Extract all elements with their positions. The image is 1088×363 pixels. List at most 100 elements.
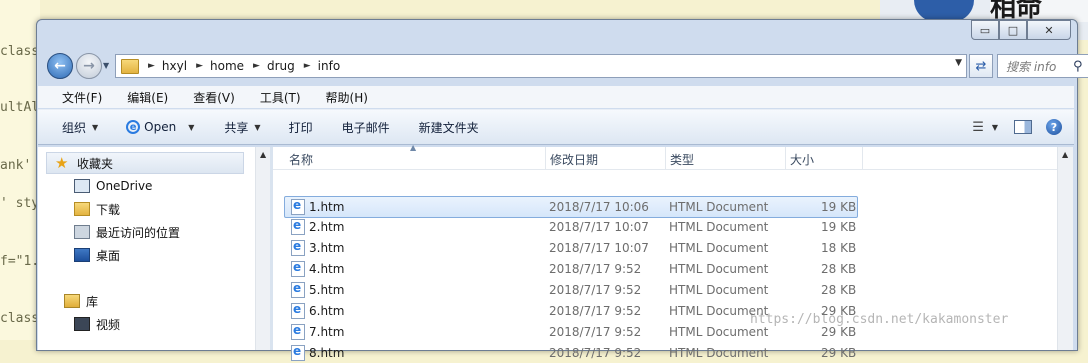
nav-downloads[interactable]: 下载	[74, 200, 120, 218]
file-row[interactable]: 5.htm 2018/7/17 9:52 HTML Document 28 KB	[285, 280, 857, 300]
file-name: 6.htm	[309, 304, 345, 318]
search-icon[interactable]: ⚲	[1073, 59, 1087, 74]
nav-desktop[interactable]: 桌面	[74, 246, 120, 264]
file-row[interactable]: 4.htm 2018/7/17 9:52 HTML Document 28 KB	[285, 259, 857, 279]
breadcrumb-separator[interactable]: ►	[253, 61, 260, 71]
nav-libraries[interactable]: 库	[64, 292, 98, 310]
new-folder-button[interactable]: 新建文件夹	[419, 119, 479, 136]
forward-button[interactable]: →	[76, 53, 102, 79]
nav-videos-label: 视频	[96, 317, 121, 332]
watermark: https://blog.csdn.net/kakamonster	[750, 312, 1009, 327]
file-size: 18 KB	[821, 241, 857, 255]
column-divider[interactable]	[785, 147, 786, 169]
preview-pane-icon[interactable]	[1014, 120, 1032, 134]
print-button[interactable]: 打印	[289, 119, 313, 136]
nav-scrollbar[interactable]: ▲	[255, 147, 271, 350]
libraries-icon	[64, 294, 80, 308]
file-name: 8.htm	[309, 346, 345, 360]
help-icon[interactable]: ?	[1046, 119, 1062, 135]
refresh-button[interactable]: ⇄	[969, 54, 993, 78]
nav-recent-label: 最近访问的位置	[96, 225, 181, 240]
navigation-bar: ← → ▼ ► hxyl ► home ► drug ► info ▼ ⇄ 搜索…	[43, 51, 1088, 81]
command-bar: 组织 ▼ e Open ▼ 共享 ▼ 打印 电子邮件 新建文件夹 ☰ ▼ ?	[38, 109, 1074, 145]
breadcrumb-info[interactable]: info	[318, 59, 341, 73]
recent-pages-dropdown[interactable]: ▼	[103, 61, 109, 70]
email-button[interactable]: 电子邮件	[342, 119, 390, 136]
nav-onedrive-label: OneDrive	[96, 179, 153, 193]
nav-onedrive[interactable]: OneDrive	[74, 177, 152, 195]
nav-downloads-label: 下载	[96, 202, 121, 217]
menu-tools[interactable]: 工具(T)	[260, 89, 301, 106]
file-name: 2.htm	[309, 220, 345, 234]
back-button[interactable]: ←	[47, 53, 73, 79]
column-divider[interactable]	[545, 147, 546, 169]
nav-videos[interactable]: 视频	[74, 315, 120, 333]
organize-button[interactable]: 组织 ▼	[62, 119, 98, 136]
html-file-icon	[291, 239, 305, 256]
column-size[interactable]: 大小	[790, 151, 814, 168]
file-name: 3.htm	[309, 241, 345, 255]
chevron-down-icon: ▼	[254, 122, 261, 132]
organize-label: 组织	[62, 120, 87, 135]
file-modified: 2018/7/17 9:52	[549, 304, 642, 318]
file-row[interactable]: 2.htm 2018/7/17 10:07 HTML Document 19 K…	[285, 217, 857, 237]
breadcrumb-separator[interactable]: ►	[148, 61, 155, 71]
file-type: HTML Document	[669, 262, 769, 276]
file-type: HTML Document	[669, 346, 769, 360]
chevron-down-icon[interactable]: ▼	[992, 123, 998, 132]
downloads-icon	[74, 202, 90, 216]
share-label: 共享	[224, 120, 249, 135]
file-row[interactable]: 8.htm 2018/7/17 9:52 HTML Document 29 KB	[285, 343, 857, 363]
share-button[interactable]: 共享 ▼	[224, 119, 260, 136]
menu-view[interactable]: 查看(V)	[193, 89, 235, 106]
file-size: 28 KB	[821, 283, 857, 297]
column-divider[interactable]	[862, 147, 863, 169]
address-dropdown-icon[interactable]: ▼	[955, 58, 962, 68]
nav-favorites-label: 收藏夹	[77, 156, 114, 171]
breadcrumb-separator[interactable]: ►	[196, 61, 203, 71]
desktop-icon	[74, 248, 90, 262]
file-size: 19 KB	[821, 220, 857, 234]
sort-arrow-icon: ▲	[410, 143, 417, 152]
background-editor: class_ ultAl ank' ' sty f="1. class	[0, 0, 47, 340]
minimize-button[interactable]: ▭	[971, 20, 999, 40]
caption-buttons: ▭ □ ✕	[971, 20, 1071, 40]
breadcrumb-drug[interactable]: drug	[267, 59, 295, 73]
nav-recent[interactable]: 最近访问的位置	[74, 223, 180, 241]
editor-line: ultAl	[0, 100, 40, 115]
html-file-icon	[291, 218, 305, 235]
breadcrumb-separator[interactable]: ►	[304, 61, 311, 71]
editor-line: ' sty	[0, 196, 40, 211]
file-row[interactable]: 3.htm 2018/7/17 10:07 HTML Document 18 K…	[285, 238, 857, 258]
file-row[interactable]: 1.htm 2018/7/17 10:06 HTML Document 19 K…	[284, 196, 858, 218]
nav-libraries-label: 库	[86, 294, 99, 309]
file-modified: 2018/7/17 9:52	[549, 325, 642, 339]
menu-bar: 文件(F) 编辑(E) 查看(V) 工具(T) 帮助(H)	[38, 86, 1074, 108]
file-list-scrollbar[interactable]: ▲	[1057, 147, 1073, 350]
column-divider[interactable]	[665, 147, 666, 169]
close-button[interactable]: ✕	[1027, 20, 1071, 40]
scroll-up-icon[interactable]: ▲	[260, 150, 266, 159]
nav-favorites[interactable]: ★ 收藏夹	[46, 152, 244, 174]
editor-line: class	[0, 311, 40, 326]
menu-file[interactable]: 文件(F)	[62, 89, 102, 106]
column-name[interactable]: 名称	[289, 151, 313, 168]
breadcrumb-hxyl[interactable]: hxyl	[162, 59, 187, 73]
menu-edit[interactable]: 编辑(E)	[127, 89, 168, 106]
maximize-button[interactable]: □	[999, 20, 1027, 40]
view-options-icon[interactable]: ☰	[972, 120, 984, 135]
column-type[interactable]: 类型	[670, 151, 694, 168]
scroll-up-icon[interactable]: ▲	[1062, 150, 1068, 159]
breadcrumb-home[interactable]: home	[210, 59, 244, 73]
search-input[interactable]: 搜索 info	[1006, 58, 1073, 75]
navigation-pane: ★ 收藏夹 OneDrive 下载 最近访问的位置 桌面 库 视频 ▲	[38, 147, 271, 350]
column-modified[interactable]: 修改日期	[550, 151, 598, 168]
file-modified: 2018/7/17 10:07	[549, 220, 649, 234]
back-arrow-icon: ←	[54, 58, 66, 74]
file-name: 4.htm	[309, 262, 345, 276]
open-button[interactable]: e Open ▼	[126, 120, 194, 134]
search-box[interactable]: 搜索 info ⚲	[997, 54, 1088, 78]
menu-help[interactable]: 帮助(H)	[326, 89, 368, 106]
address-bar[interactable]: ► hxyl ► home ► drug ► info ▼	[115, 54, 967, 78]
star-icon: ★	[55, 154, 69, 172]
